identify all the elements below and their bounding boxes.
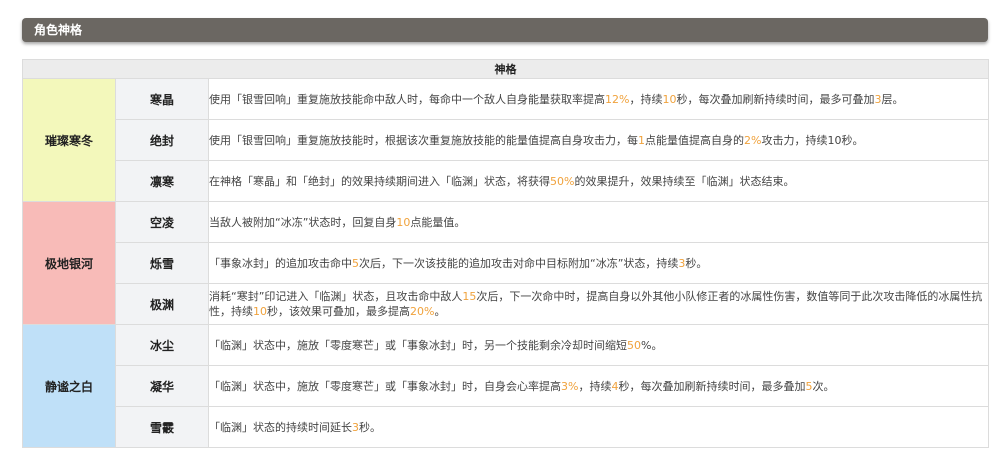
talent-description: 消耗“寒封”印记进入「临渊」状态，且攻击命中敌人15次后，下一次命中时，提高自身… <box>207 283 990 325</box>
highlight-value: 50% <box>550 174 575 188</box>
highlight-value: 3% <box>561 379 579 393</box>
description-text: 秒。 <box>359 420 381 434</box>
talent-name: 烁雪 <box>115 242 209 284</box>
talent-row: 凝华 「临渊」状态中，施放「零度寒芒」或「事象冰封」时，自身会心率提高3%，持续4… <box>23 365 990 407</box>
description-text: 点能量值提高自身的 <box>645 133 744 147</box>
talent-row: 绝封 使用「银雪回响」重复施放技能时，根据该次重复施放技能的能量值提高自身攻击力，… <box>23 119 990 161</box>
description-text: 「临渊」状态的持续时间延长 <box>209 420 352 434</box>
description-text: 「临渊」状态中，施放「零度寒芒」或「事象冰封」时，自身会心率提高 <box>209 379 561 393</box>
highlight-value: 10 <box>662 92 677 106</box>
description-text: 秒，每次叠加刷新持续时间，最多叠加 <box>618 379 806 393</box>
description-text: 秒，该效果可叠加，最多提高 <box>267 305 410 318</box>
description-text: 次后，下一次该技能的追加攻击对命中目标附加“冰冻”状态，持续 <box>359 256 679 270</box>
section-title: 角色神格 <box>34 23 83 37</box>
description-text: 点能量值。 <box>410 215 466 229</box>
description-text: 次。 <box>812 379 835 393</box>
description-text: 。 <box>434 305 446 318</box>
description-text: 使用「银雪回响」重复施放技能时，根据该次重复施放技能的能量值提高自身攻击力，每 <box>209 133 638 147</box>
talent-description: 当敌人被附加“冰冻”状态时，回复自身10点能量值。 <box>207 201 990 243</box>
description-text: 当敌人被附加“冰冻”状态时，回复自身 <box>209 215 397 229</box>
section-header: 角色神格 <box>22 18 988 42</box>
talent-group-name: 极地银河 <box>22 201 116 325</box>
talent-group-name: 静谧之白 <box>22 324 116 448</box>
talent-row: 极渊 消耗“寒封”印记进入「临渊」状态，且攻击命中敌人15次后，下一次命中时，提高… <box>23 283 990 325</box>
talent-description: 使用「银雪回响」重复施放技能时，根据该次重复施放技能的能量值提高自身攻击力，每1… <box>207 119 990 161</box>
talent-row: 雪霰 「临渊」状态的持续时间延长3秒。 <box>23 406 990 448</box>
talent-row: 璀璨寒冬 寒晶 使用「银雪回响」重复施放技能命中敌人时，每命中一个敌人自身能量获取率… <box>22 78 990 202</box>
description-text: ，持续 <box>578 379 612 393</box>
talent-description: 「临渊」状态中，施放「零度寒芒」或「事象冰封」时，自身会心率提高3%，持续4秒，… <box>207 365 990 407</box>
description-text: 「临渊」状态中，施放「零度寒芒」或「事象冰封」时，另一个技能剩余冷却时间缩短 <box>209 338 627 352</box>
description-text: 层。 <box>881 92 904 106</box>
talent-description: 在神格「寒晶」和「绝封」的效果持续期间进入「临渊」状态，将获得50%的效果提升，… <box>207 160 990 202</box>
highlight-value: 50 <box>627 338 641 352</box>
talent-row: 静谧之白 冰尘 「临渊」状态中，施放「零度寒芒」或「事象冰封」时，另一个技能剩余冷却… <box>22 324 990 448</box>
description-text: 秒，每次叠加刷新持续时间，最多可叠加 <box>676 92 875 106</box>
description-text: 在神格「寒晶」和「绝封」的效果持续期间进入「临渊」状态，将获得 <box>209 174 550 188</box>
talent-description: 「临渊」状态中，施放「零度寒芒」或「事象冰封」时，另一个技能剩余冷却时间缩短50… <box>207 324 990 366</box>
talent-table-body: 璀璨寒冬 寒晶 使用「银雪回响」重复施放技能命中敌人时，每命中一个敌人自身能量获取率… <box>22 78 990 448</box>
talent-name: 冰尘 <box>115 324 209 366</box>
talent-description: 「事象冰封」的追加攻击命中5次后，下一次该技能的追加攻击对命中目标附加“冰冻”状… <box>207 242 990 284</box>
description-text: 攻击力，持续10秒。 <box>761 133 864 147</box>
talent-description: 「临渊」状态的持续时间延长3秒。 <box>207 406 990 448</box>
talent-group-name: 璀璨寒冬 <box>22 78 116 202</box>
description-text: %。 <box>641 338 663 352</box>
description-text: 秒。 <box>685 256 708 270</box>
description-text: 「事象冰封」的追加攻击命中 <box>209 256 352 270</box>
talent-row: 凛寒 在神格「寒晶」和「绝封」的效果持续期间进入「临渊」状态，将获得50%的效果提… <box>23 160 990 202</box>
highlight-value: 12% <box>605 92 630 106</box>
table-title: 神格 <box>21 59 990 79</box>
talent-row: 极地银河 空凌 当敌人被附加“冰冻”状态时，回复自身10点能量值。 <box>22 201 990 325</box>
description-text: 消耗“寒封”印记进入「临渊」状态，且攻击命中敌人 <box>209 290 463 303</box>
highlight-value: 10 <box>253 305 267 318</box>
talent-name: 空凌 <box>115 201 209 243</box>
highlight-value: 10 <box>396 215 411 229</box>
highlight-value: 15 <box>462 290 477 303</box>
description-text: ，持续 <box>629 92 663 106</box>
talent-description: 使用「银雪回响」重复施放技能命中敌人时，每命中一个敌人自身能量获取率提高12%，… <box>207 78 990 120</box>
talent-name: 极渊 <box>115 283 209 325</box>
highlight-value: 20% <box>410 305 435 318</box>
talent-name: 绝封 <box>115 119 209 161</box>
talent-name: 雪霰 <box>115 406 209 448</box>
description-text: 使用「银雪回响」重复施放技能命中敌人时，每命中一个敌人自身能量获取率提高 <box>209 92 605 106</box>
highlight-value: 5 <box>352 256 359 270</box>
highlight-value: 1 <box>638 133 645 147</box>
highlight-value: 3 <box>352 420 359 434</box>
description-text: 的效果提升，效果持续至「临渊」状态结束。 <box>574 174 795 188</box>
talent-name: 凛寒 <box>115 160 209 202</box>
talent-table: 神格 璀璨寒冬 寒晶 使用「银雪回响」重复施放技能命中敌人时，每命中一个敌人自身能量… <box>21 59 990 448</box>
talent-name: 凝华 <box>115 365 209 407</box>
talent-name: 寒晶 <box>115 78 209 120</box>
highlight-value: 2% <box>744 133 762 147</box>
talent-row: 烁雪 「事象冰封」的追加攻击命中5次后，下一次该技能的追加攻击对命中目标附加“冰冻… <box>23 242 990 284</box>
